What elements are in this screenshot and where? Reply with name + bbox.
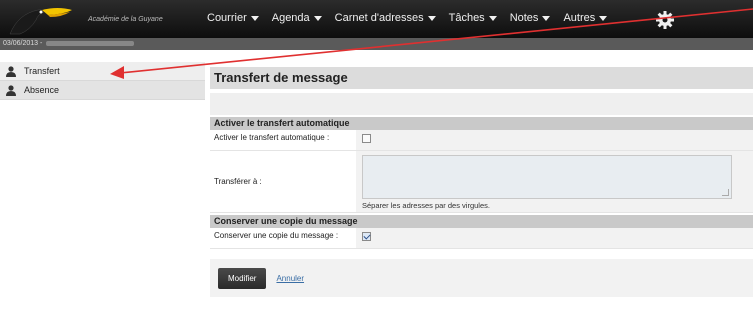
sidebar: Transfert Absence xyxy=(0,62,205,100)
chevron-down-icon xyxy=(599,15,608,21)
menu-notes[interactable]: Notes xyxy=(510,12,551,24)
user-name-redacted xyxy=(46,40,135,46)
menu-courrier[interactable]: Courrier xyxy=(207,12,259,24)
main-menu: Courrier Agenda Carnet d'adresses Tâches… xyxy=(207,12,608,24)
form-actions: Modifier Annuler xyxy=(210,259,753,297)
chevron-down-icon xyxy=(542,15,551,21)
organization-name: Académie de la Guyane xyxy=(88,16,163,23)
person-icon xyxy=(6,84,16,96)
sidebar-item-transfert[interactable]: Transfert xyxy=(0,62,205,81)
form-row-forward-to: Transférer à : Séparer les adresses par … xyxy=(210,151,753,213)
sidebar-item-absence[interactable]: Absence xyxy=(0,81,205,100)
form-row-keep-copy: Conserver une copie du message : xyxy=(210,228,753,249)
page-title: Transfert de message xyxy=(210,67,753,89)
person-icon xyxy=(6,65,16,77)
menu-carnet-adresses[interactable]: Carnet d'adresses xyxy=(335,12,436,24)
resize-grip-icon[interactable] xyxy=(722,189,729,196)
status-bar: 03/06/2013 - xyxy=(0,38,753,50)
section-heading-copy: Conserver une copie du message xyxy=(210,215,753,228)
menu-autres[interactable]: Autres xyxy=(563,12,608,24)
main-content: Transfert de message Activer le transfer… xyxy=(210,67,753,297)
forward-hint: Séparer les adresses par des virgules. xyxy=(362,201,490,210)
enable-forward-label: Activer le transfert automatique : xyxy=(214,133,330,142)
current-date: 03/06/2013 - xyxy=(3,38,135,50)
chevron-down-icon xyxy=(488,15,497,21)
top-bar: Académie de la Guyane Courrier Agenda Ca… xyxy=(0,0,753,38)
chevron-down-icon xyxy=(250,15,259,21)
enable-forward-checkbox[interactable] xyxy=(362,134,371,143)
menu-agenda[interactable]: Agenda xyxy=(272,12,322,24)
section-heading-forward: Activer le transfert automatique xyxy=(210,117,753,130)
menu-taches[interactable]: Tâches xyxy=(449,12,497,24)
form-row-enable: Activer le transfert automatique : xyxy=(210,130,753,151)
gear-icon[interactable] xyxy=(655,10,675,30)
keep-copy-checkbox[interactable] xyxy=(362,232,371,241)
cancel-link[interactable]: Annuler xyxy=(276,274,304,283)
modify-button[interactable]: Modifier xyxy=(218,267,267,289)
toolbar-band xyxy=(210,93,753,115)
forward-to-textarea[interactable] xyxy=(362,155,732,199)
chevron-down-icon xyxy=(427,15,436,21)
toucan-logo-icon xyxy=(9,8,72,35)
sidebar-item-label: Transfert xyxy=(24,66,60,76)
forward-to-label: Transférer à : xyxy=(214,177,262,186)
sidebar-item-label: Absence xyxy=(24,85,60,95)
chevron-down-icon xyxy=(313,15,322,21)
keep-copy-label: Conserver une copie du message : xyxy=(214,231,339,240)
